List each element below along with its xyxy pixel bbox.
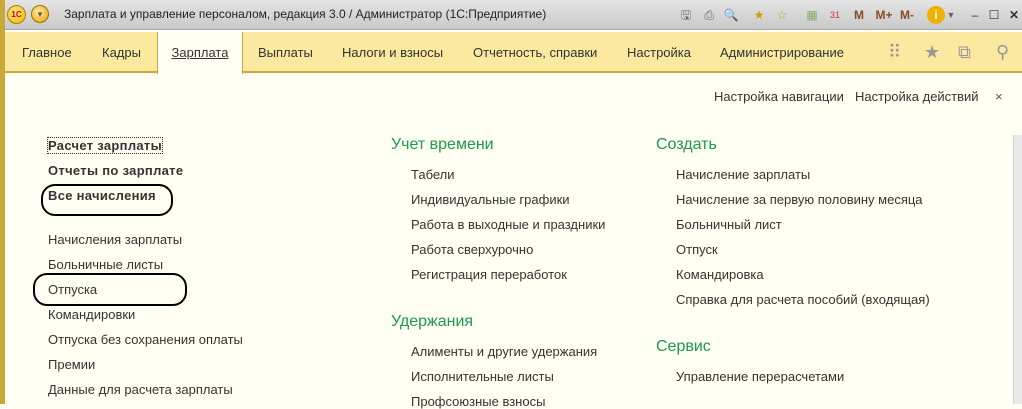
list-item[interactable]: Индивидуальные графики [411,192,570,207]
list-item[interactable]: Отпуск [676,242,718,257]
list-item[interactable]: Справка для расчета пособий (входящая) [676,292,930,307]
main-menu-button[interactable]: ▾ [31,5,49,23]
highlight-ellipse [33,273,187,306]
list-item[interactable]: Работа в выходные и праздники [411,217,605,232]
history-icon[interactable]: ⧉ [958,42,971,63]
list-item[interactable]: Отпуска без сохранения оплаты [48,332,243,347]
list-item[interactable]: Начисление за первую половину месяца [676,192,923,207]
calculator-icon[interactable]: ▦ [803,5,821,25]
memory-minus-button[interactable]: M- [897,5,917,25]
list-item[interactable]: Командировка [676,267,764,282]
tab-taxes[interactable]: Налоги и взносы [342,32,443,73]
favorites-star-icon[interactable]: ★ [924,42,940,63]
app-logo: 1С [7,5,26,24]
list-item[interactable]: Начисления зарплаты [48,232,182,247]
memory-plus-button[interactable]: M+ [874,5,894,25]
close-panel-icon[interactable]: × [995,89,1003,104]
tab-hr[interactable]: Кадры [102,32,141,73]
preview-icon[interactable]: 🔍 [722,5,740,25]
service-heading: Сервис [656,338,711,355]
highlight-ellipse [41,184,173,216]
list-item[interactable]: Управление перерасчетами [676,369,844,384]
list-item[interactable]: Табели [411,167,455,182]
tab-settings[interactable]: Настройка [627,32,691,73]
list-item[interactable]: Командировки [48,307,135,322]
all-functions-icon[interactable]: ⠿ [888,42,901,63]
deductions-heading: Удержания [391,313,474,330]
calendar-icon[interactable]: 31 [826,5,844,25]
list-item[interactable]: Премии [48,357,95,372]
action-settings-link[interactable]: Настройка действий [855,89,979,104]
section-tabs: Главное Кадры Зарплата Выплаты Налоги и … [5,32,1022,74]
list-item[interactable]: Начисление зарплаты [676,167,810,182]
vertical-scrollbar[interactable] [1013,135,1022,404]
maximize-icon[interactable]: ☐ [986,5,1002,25]
navigation-settings-link[interactable]: Настройка навигации [714,89,844,104]
window-title: Зарплата и управление персоналом, редакц… [64,7,547,21]
minimize-icon[interactable]: – [968,5,982,25]
favorites-icon[interactable]: ☆ [773,5,791,25]
close-window-icon[interactable]: ✕ [1006,5,1022,25]
list-item[interactable]: Больничные листы [48,257,163,272]
list-item[interactable]: Алименты и другие удержания [411,344,597,359]
title-bar: 1С ▾ Зарплата и управление персоналом, р… [0,0,1022,30]
list-item[interactable]: Работа сверхурочно [411,242,533,257]
tab-administration[interactable]: Администрирование [720,32,844,73]
tab-main[interactable]: Главное [22,32,72,73]
add-favorite-icon[interactable]: ★ [750,5,768,25]
list-item[interactable]: Профсоюзные взносы [411,394,545,409]
list-item[interactable]: Регистрация переработок [411,267,567,282]
search-icon[interactable]: ⚲ [996,42,1009,63]
info-icon[interactable]: i [927,6,945,24]
save-icon[interactable]: 🖫 [677,5,695,25]
tab-payments[interactable]: Выплаты [258,32,313,73]
create-heading: Создать [656,136,717,153]
info-dropdown-icon[interactable]: ▼ [946,5,956,25]
print-icon[interactable]: ⎙ [700,5,718,25]
tab-reports[interactable]: Отчетность, справки [473,32,597,73]
list-item[interactable]: Больничный лист [676,217,782,232]
list-item[interactable]: Исполнительные листы [411,369,554,384]
list-item[interactable]: Данные для расчета зарплаты [48,382,233,397]
memory-button[interactable]: M [852,5,866,25]
tab-salary[interactable]: Зарплата [157,32,243,74]
time-tracking-heading: Учет времени [391,136,494,153]
salary-calculation-link[interactable]: Расчет зарплаты [47,137,163,154]
salary-reports-link[interactable]: Отчеты по зарплате [48,163,183,178]
